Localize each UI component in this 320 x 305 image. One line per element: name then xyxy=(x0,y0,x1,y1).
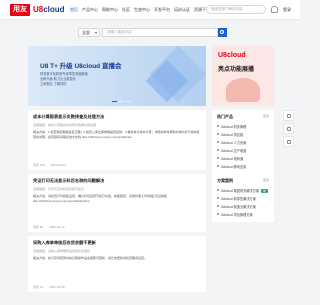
right-sidebar: 热门产品 更多 U8cloud 财务管理 U8cloud 供应链 U8cloud… xyxy=(212,110,274,223)
article-views: 浏览 74 xyxy=(33,285,44,289)
carousel-dot[interactable] xyxy=(126,100,131,102)
article-body: 解决方案：1.检查期初数据是否正确；2.检查入库出库单据是否完整；3.重新执行成… xyxy=(33,130,200,139)
article-views: 浏览 96 xyxy=(33,225,44,229)
article-date: 2023-04-08 xyxy=(49,285,65,289)
nav-item-ecosystem[interactable]: 生态中心 xyxy=(134,7,150,13)
article-meta: 问题描述：成本计算报表中出现负数单价的处理 xyxy=(33,123,97,127)
phone-icon xyxy=(287,127,291,131)
article-feed: 成本计算报表显示负数排查及处理方法 问题描述：成本计算报表中出现负数单价的处理 … xyxy=(28,110,206,305)
nav-item-help[interactable]: 帮助中心 xyxy=(102,7,118,13)
top-navbar: 用友 U8cloud 首页 产品中心 帮助中心 社区 生态中心 开发平台 培训认… xyxy=(0,0,300,20)
search-input[interactable]: 请输入搜索内容 xyxy=(102,28,218,37)
qrcode-icon xyxy=(287,140,291,144)
search-button[interactable] xyxy=(218,28,227,37)
article-title[interactable]: 凭证打印无法显示科目名称的问题解决 xyxy=(33,178,201,184)
nav-item-community[interactable]: 社区 xyxy=(122,7,130,13)
side-ad-banner[interactable]: U8cloud 亮点功能展播 xyxy=(212,46,274,106)
article-title[interactable]: 采购入库单审核后存货余额不更新 xyxy=(33,240,201,246)
panel-title: 热门产品 xyxy=(217,114,233,119)
nav-item-dev[interactable]: 开发平台 xyxy=(154,7,170,13)
banner-line: 立即报名 了解详情 xyxy=(40,82,67,86)
article-footer: 浏览 74 2023-04-08 xyxy=(33,285,201,289)
new-badge: 新 xyxy=(261,188,269,193)
article-card[interactable]: 采购入库单审核后存货余额不更新 问题描述：采购入库单审核后余额表未更新 解决方案… xyxy=(28,236,206,292)
sidebar-link[interactable]: U8cloud 财务管理 xyxy=(212,122,274,130)
search-icon xyxy=(220,30,224,34)
sidebar-link[interactable]: U8cloud 电商通 xyxy=(212,154,274,162)
article-title[interactable]: 成本计算报表显示负数排查及处理方法 xyxy=(33,114,201,120)
float-button[interactable] xyxy=(283,110,294,121)
article-date: 2023-04-12 xyxy=(50,163,67,167)
sidebar-link[interactable]: U8cloud 人力资源 xyxy=(212,138,274,146)
float-button[interactable] xyxy=(283,123,294,134)
sidebar-link[interactable]: U8cloud 集团财务解决方案新 xyxy=(212,186,274,194)
yonyou-logo[interactable]: 用友 xyxy=(10,4,30,16)
article-footer: 浏览 128 2023-04-12 xyxy=(33,163,201,167)
banner-title: U8 T+ 升级 U8cloud 直播会 xyxy=(40,63,122,70)
more-link[interactable]: 更多 xyxy=(263,114,269,120)
carousel-dots xyxy=(112,100,131,102)
promo-banner[interactable]: U8 T+ 升级 U8cloud 直播会 财务数字化转型专家带您深度解读 全新升… xyxy=(28,46,206,106)
solutions-panel: 方案案例 更多 U8cloud 集团财务解决方案新 U8cloud 新零售解决方… xyxy=(212,174,274,218)
carousel-dot[interactable] xyxy=(119,100,124,102)
article-body: 解决方案：请检查打印模板设置，确认科目名称字段已勾选，模板路径：系统管理-打印模… xyxy=(33,194,167,203)
top-search-input[interactable]: 搜索您想了解的内容 xyxy=(206,5,266,14)
sidebar-link[interactable]: U8cloud 新零售解决方案 xyxy=(212,194,274,202)
article-card[interactable]: 成本计算报表显示负数排查及处理方法 问题描述：成本计算报表中出现负数单价的处理 … xyxy=(28,110,206,170)
chevron-down-icon xyxy=(95,32,97,34)
panel-header: 方案案例 更多 xyxy=(212,174,274,186)
logo-text-cloud: cloud xyxy=(43,5,65,14)
panel-header: 热门产品 更多 xyxy=(212,110,274,122)
article-body: 解决方案：执行存货核算中的记账操作后余额即可更新，如仍未更新请检查期间设置。 xyxy=(33,256,148,260)
bell-icon[interactable] xyxy=(271,6,278,13)
ad-logo: U8cloud xyxy=(218,52,246,59)
nav-item-products[interactable]: 产品中心 xyxy=(82,7,98,13)
more-link[interactable]: 更多 xyxy=(263,178,269,184)
article-meta: 问题描述：打印凭证时科目名称不显示 xyxy=(33,187,85,191)
panel-title: 方案案例 xyxy=(217,178,233,183)
sidebar-link[interactable]: U8cloud 制造业解决方案 xyxy=(212,202,274,210)
chat-icon xyxy=(287,114,291,118)
article-card[interactable]: 凭证打印无法显示科目名称的问题解决 问题描述：打印凭证时科目名称不显示 解决方案… xyxy=(28,174,206,232)
article-footer: 浏览 96 2023-04-10 xyxy=(33,225,201,229)
sidebar-link[interactable]: U8cloud 生产制造 xyxy=(212,146,274,154)
search-scope-select[interactable]: 全部 xyxy=(78,28,100,37)
nav-item-home[interactable]: 首页 xyxy=(70,7,78,13)
sidebar-link[interactable]: U8cloud 供应链 xyxy=(212,130,274,138)
article-views: 浏览 128 xyxy=(33,163,45,167)
article-meta: 问题描述：采购入库单审核后余额表未更新 xyxy=(33,249,91,253)
logo-text-u8: U8 xyxy=(33,5,44,14)
article-date: 2023-04-10 xyxy=(49,225,65,229)
sidebar-link-label: U8cloud 集团财务解决方案 xyxy=(221,188,260,193)
nav-item-training[interactable]: 培训认证 xyxy=(174,7,190,13)
search-scope-label: 全部 xyxy=(82,30,90,35)
ad-title: 亮点功能展播 xyxy=(218,67,255,73)
u8cloud-logo[interactable]: U8cloud xyxy=(33,4,65,16)
float-button[interactable] xyxy=(283,136,294,147)
sidebar-link[interactable]: U8cloud 项目管理方案 xyxy=(212,210,274,218)
sidebar-link[interactable]: U8cloud 移动应用 xyxy=(212,162,274,170)
ad-illustration xyxy=(226,78,260,102)
login-link[interactable]: 登录 xyxy=(283,7,291,13)
hot-products-panel: 热门产品 更多 U8cloud 财务管理 U8cloud 供应链 U8cloud… xyxy=(212,110,274,170)
floating-toolbar xyxy=(283,110,294,149)
carousel-dot[interactable] xyxy=(112,100,117,102)
